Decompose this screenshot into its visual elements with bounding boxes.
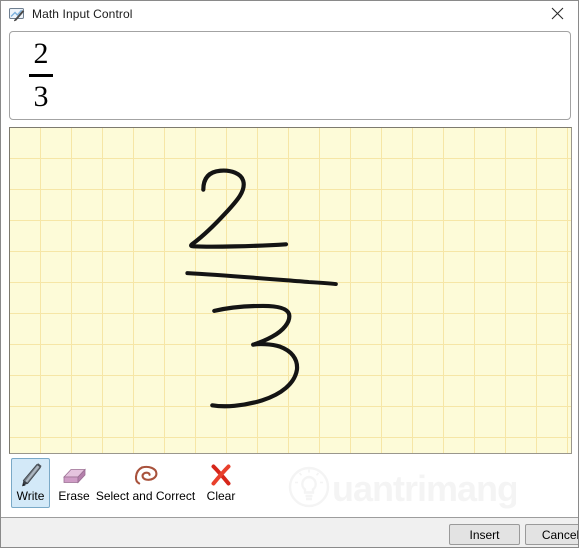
- recognized-expression: 2 3: [21, 37, 61, 114]
- tool-select-and-correct-button[interactable]: Select and Correct: [95, 458, 196, 508]
- recognized-result-box: 2 3: [9, 31, 571, 120]
- footer-bar: Insert Cancel: [1, 518, 578, 547]
- close-icon[interactable]: [535, 1, 578, 26]
- tool-erase-label: Erase: [58, 489, 90, 503]
- fraction-denominator: 3: [33, 80, 49, 113]
- handwriting-ink-strokes: [185, 168, 338, 409]
- lasso-icon: [129, 462, 163, 488]
- tool-write-button[interactable]: Write: [11, 458, 50, 508]
- tool-erase-button[interactable]: Erase: [53, 458, 95, 508]
- tool-clear-label: Clear: [206, 489, 236, 503]
- tool-select-and-correct-label: Select and Correct: [95, 489, 196, 503]
- insert-button[interactable]: Insert: [449, 524, 520, 545]
- title-bar: Math Input Control: [1, 1, 578, 26]
- math-input-tablet-icon: [9, 6, 25, 22]
- cancel-button[interactable]: Cancel: [525, 524, 578, 545]
- math-input-control-window: Math Input Control 2 3 uantrimang Write …: [0, 0, 579, 548]
- ink-writing-area[interactable]: [9, 127, 572, 454]
- red-x-icon: [208, 462, 234, 488]
- ink-toolbar: Write Erase Select and Correct Clear: [1, 456, 578, 514]
- tool-write-label: Write: [16, 489, 45, 503]
- pen-icon: [19, 462, 43, 488]
- fraction-numerator: 2: [33, 37, 49, 70]
- eraser-icon: [59, 462, 89, 488]
- window-title: Math Input Control: [32, 6, 133, 21]
- tool-clear-button[interactable]: Clear: [201, 458, 241, 508]
- fraction-bar: [29, 74, 53, 77]
